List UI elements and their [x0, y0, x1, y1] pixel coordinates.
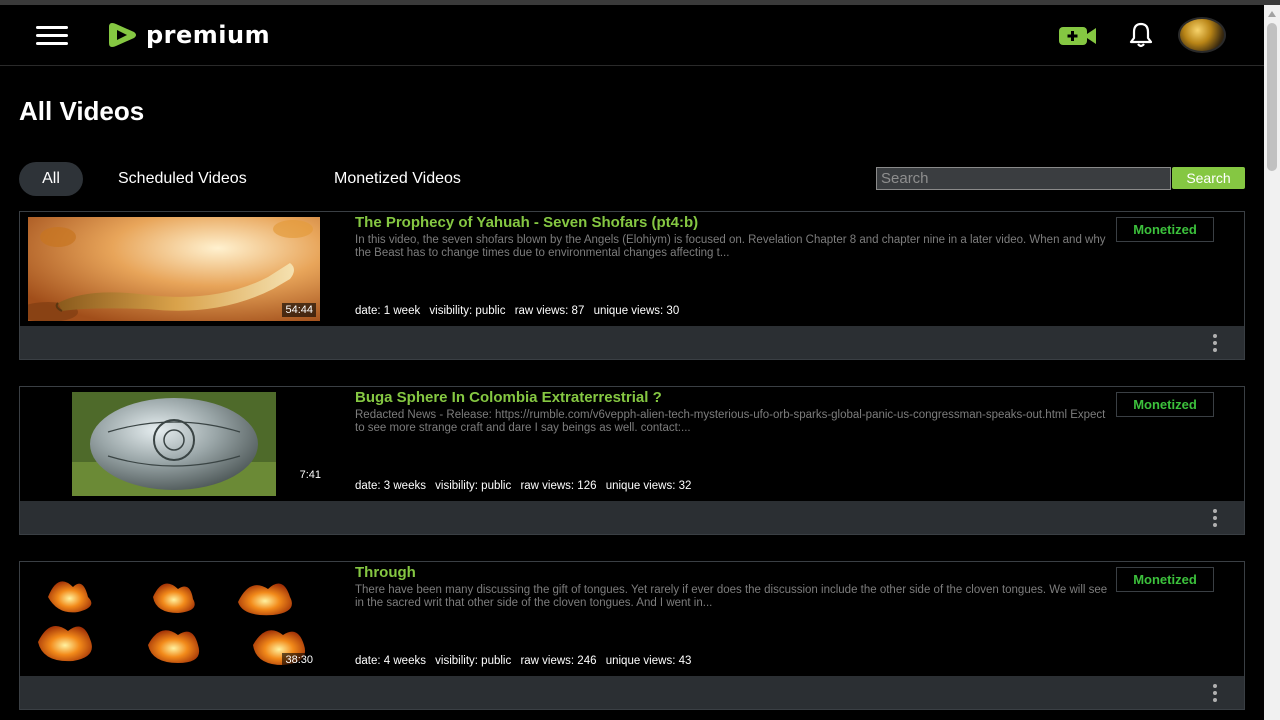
avatar[interactable] [1178, 17, 1226, 53]
video-camera-plus-icon[interactable] [1058, 24, 1098, 48]
tab-all[interactable]: All [19, 162, 83, 196]
video-date: date: 4 weeks [355, 655, 426, 667]
video-duration: 54:44 [282, 303, 316, 317]
bell-icon[interactable] [1126, 20, 1156, 50]
video-unique-views: unique views: 32 [605, 480, 692, 492]
video-visibility: visibility: public [429, 305, 506, 317]
video-title[interactable]: The Prophecy of Yahuah - Seven Shofars (… [355, 214, 698, 231]
video-description: Redacted News - Release: https://rumble.… [355, 409, 1106, 434]
shofar-thumbnail-image [28, 217, 320, 321]
page-title: All Videos [19, 96, 145, 126]
video-meta: date: 4 weeks visibility: public raw vie… [355, 655, 697, 667]
video-duration: 7:41 [299, 469, 321, 481]
video-title[interactable]: Through [355, 564, 416, 581]
monetized-badge: Monetized [1116, 567, 1214, 592]
scroll-up-arrow-icon[interactable] [1268, 11, 1276, 17]
video-raw-views: raw views: 246 [520, 655, 597, 667]
video-unique-views: unique views: 30 [593, 305, 680, 317]
video-card-footer [20, 326, 1244, 359]
hamburger-menu-icon[interactable] [36, 26, 70, 46]
video-thumbnail-flames[interactable]: 38:30 [28, 567, 320, 671]
kebab-menu-icon[interactable] [1212, 334, 1218, 354]
logo[interactable]: premium [106, 20, 270, 50]
video-card: 38:30 Through There have been many discu… [19, 561, 1245, 710]
kebab-menu-icon[interactable] [1212, 509, 1218, 529]
vertical-scrollbar[interactable] [1264, 5, 1280, 720]
search-button[interactable]: Search [1172, 167, 1245, 189]
tab-monetized-videos[interactable]: Monetized Videos [334, 162, 461, 196]
video-card: 54:44 The Prophecy of Yahuah - Seven Sho… [19, 211, 1245, 360]
video-date: date: 3 weeks [355, 480, 426, 492]
video-raw-views: raw views: 87 [514, 305, 585, 317]
top-header: premium [0, 5, 1264, 66]
video-description: There have been many discussing the gift… [355, 584, 1108, 609]
tab-scheduled-videos[interactable]: Scheduled Videos [118, 162, 247, 196]
video-card-footer [20, 501, 1244, 534]
logo-play-icon [109, 23, 136, 47]
flames-thumbnail-image [28, 567, 320, 671]
video-thumbnail-sphere[interactable]: 7:41 [28, 392, 328, 496]
search-input[interactable] [876, 167, 1171, 190]
sphere-thumbnail-image [28, 392, 328, 496]
video-meta: date: 1 week visibility: public raw view… [355, 305, 685, 317]
video-description: In this video, the seven shofars blown b… [355, 234, 1106, 259]
video-visibility: visibility: public [435, 655, 512, 667]
scrollbar-thumb[interactable] [1267, 23, 1277, 171]
monetized-badge: Monetized [1116, 392, 1214, 417]
video-card: 7:41 Buga Sphere In Colombia Extraterres… [19, 386, 1245, 535]
video-duration: 38:30 [282, 653, 316, 667]
video-visibility: visibility: public [435, 480, 512, 492]
video-date: date: 1 week [355, 305, 421, 317]
video-unique-views: unique views: 43 [605, 655, 692, 667]
video-raw-views: raw views: 126 [520, 480, 597, 492]
kebab-menu-icon[interactable] [1212, 684, 1218, 704]
monetized-badge: Monetized [1116, 217, 1214, 242]
logo-text: premium [146, 21, 271, 49]
video-thumbnail-shofar[interactable]: 54:44 [28, 217, 320, 321]
video-title[interactable]: Buga Sphere In Colombia Extraterrestrial… [355, 389, 662, 406]
video-meta: date: 3 weeks visibility: public raw vie… [355, 480, 697, 492]
video-card-footer [20, 676, 1244, 709]
